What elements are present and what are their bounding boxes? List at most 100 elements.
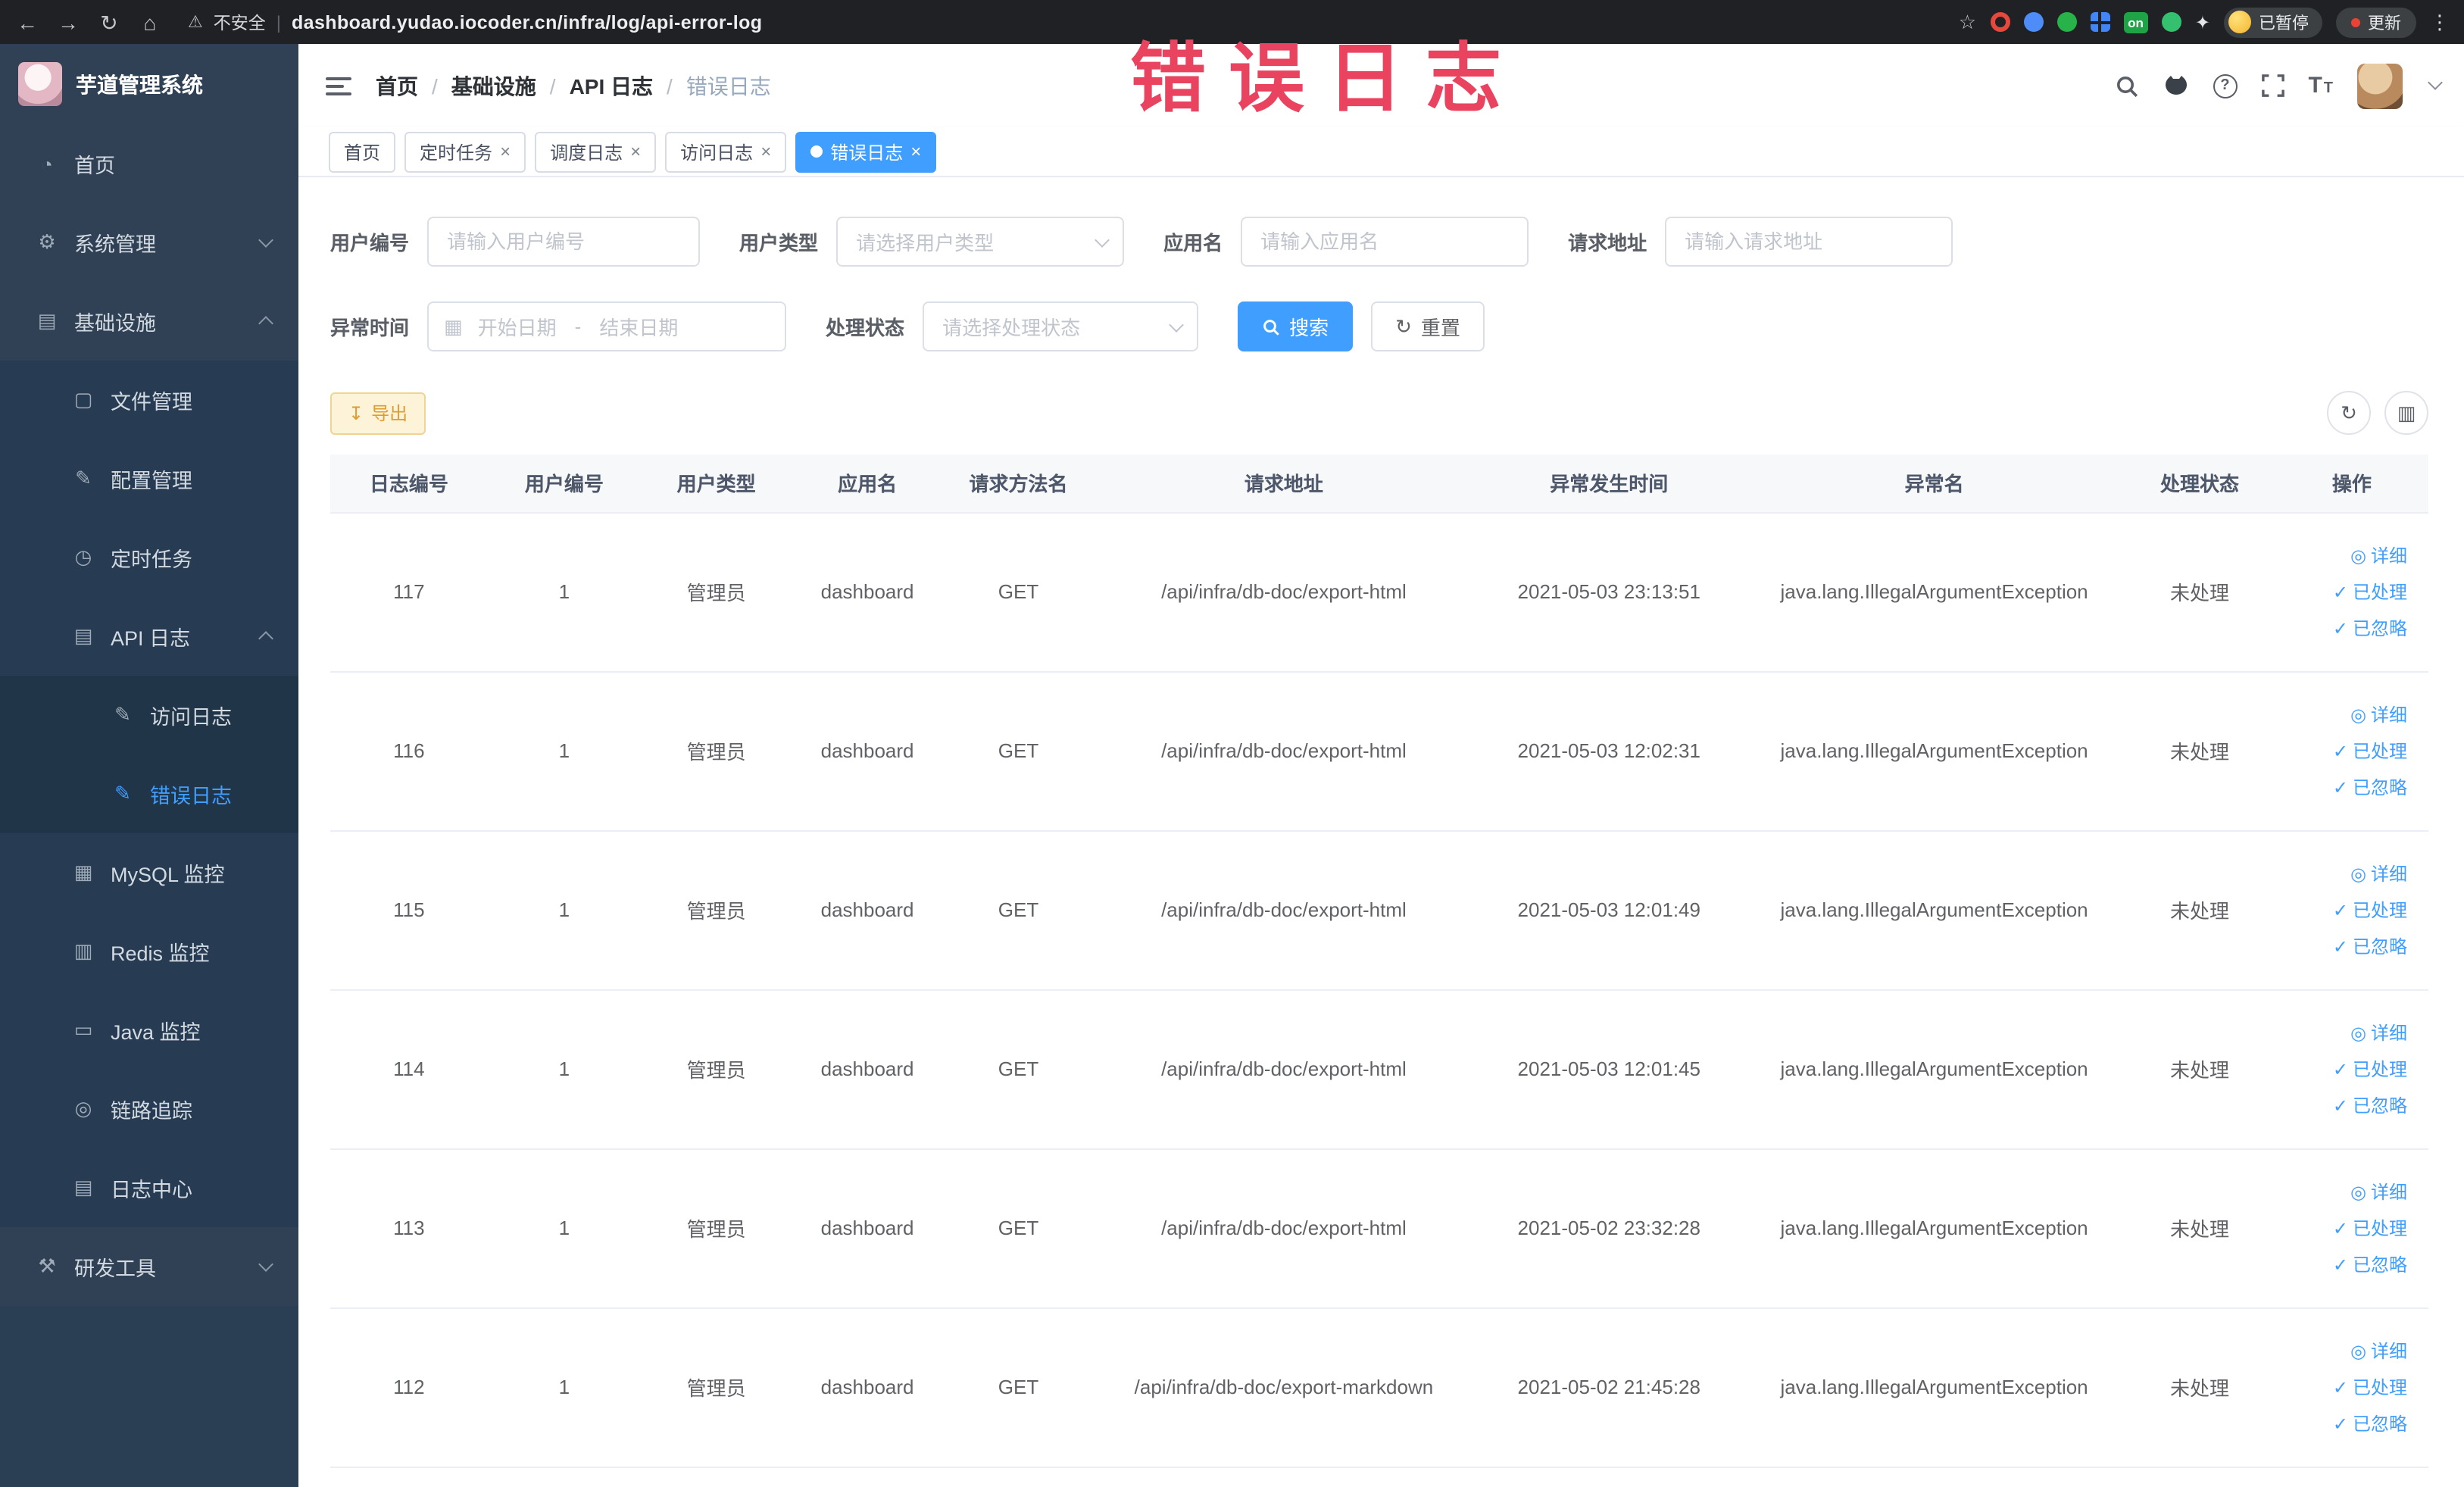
sidebar-item-error-log[interactable]: ✎ 错误日志 [0, 754, 298, 833]
exception-time-range-picker[interactable]: ▦ 开始日期 - 结束日期 [427, 301, 787, 351]
sidebar-item-system-management[interactable]: ⚙ 系统管理 [0, 203, 298, 282]
column-settings-button[interactable]: ▥ [2384, 391, 2428, 435]
sidebar-item-mysql-monitor[interactable]: ▦ MySQL 监控 [0, 833, 298, 912]
check-icon: ✓ [2332, 1058, 2348, 1079]
processed-link[interactable]: ✓ 已处理 [2333, 897, 2407, 923]
extension-green-icon[interactable] [2056, 12, 2077, 32]
export-button[interactable]: ↧ 导出 [330, 392, 426, 434]
cell-app-name: dashboard [792, 671, 943, 831]
tags-view-bar: 首页 定时任务 × 调度日志 × 访问日志 × 错误日志 × [298, 127, 2464, 177]
ignored-link[interactable]: ✓ 已忽略 [2333, 1410, 2407, 1436]
close-icon[interactable]: × [910, 142, 921, 161]
address-bar[interactable]: ⚠ 不安全 | dashboard.yudao.iocoder.cn/infra… [188, 10, 762, 34]
extension-sprout-icon[interactable] [2161, 12, 2181, 32]
forward-icon[interactable]: → [56, 11, 80, 33]
tab-error-log[interactable]: 错误日志 × [795, 131, 937, 172]
extension-blue-icon[interactable] [2023, 12, 2044, 32]
tab-schedule-log[interactable]: 调度日志 × [535, 131, 657, 172]
bookmark-star-icon[interactable]: ☆ [1959, 10, 1976, 34]
sidebar-toggle-icon[interactable] [326, 77, 351, 95]
close-icon[interactable]: × [500, 142, 511, 161]
user-type-select[interactable]: 请选择用户类型 [836, 217, 1125, 267]
ignored-link[interactable]: ✓ 已忽略 [2333, 933, 2407, 959]
help-icon[interactable]: ? [2213, 73, 2238, 98]
col-exception-time: 异常发生时间 [1473, 455, 1744, 513]
extension-pin-icon[interactable]: ✦ [2195, 11, 2210, 33]
close-icon[interactable]: × [630, 142, 641, 161]
sidebar-item-file-management[interactable]: ▢ 文件管理 [0, 361, 298, 439]
extension-ring-icon[interactable] [1990, 12, 2010, 32]
log-icon: ✎ [114, 703, 131, 726]
menu-label: MySQL 监控 [111, 864, 225, 886]
processed-link[interactable]: ✓ 已处理 [2333, 1056, 2407, 1082]
sidebar-item-config-management[interactable]: ✎ 配置管理 [0, 439, 298, 518]
close-icon[interactable]: × [760, 142, 771, 161]
search-button[interactable]: 搜索 [1238, 301, 1354, 351]
cell-request-url: /api/infra/db-doc/export-html [1094, 1148, 1474, 1308]
ignored-link[interactable]: ✓ 已忽略 [2333, 1251, 2407, 1277]
processed-link[interactable]: ✓ 已处理 [2333, 1215, 2407, 1241]
user-id-input[interactable] [427, 217, 701, 267]
cell-method: GET [942, 512, 1095, 672]
request-url-input[interactable] [1665, 217, 1953, 267]
ignored-link[interactable]: ✓ 已忽略 [2333, 615, 2407, 641]
address-divider: | [276, 11, 281, 33]
sidebar-item-scheduled-tasks[interactable]: ◷ 定时任务 [0, 518, 298, 597]
update-button[interactable]: 更新 [2336, 7, 2416, 37]
app-name-input[interactable] [1241, 217, 1529, 267]
cell-user-id: 1 [487, 1148, 641, 1308]
sync-paused-badge[interactable]: 已暂停 [2224, 7, 2322, 37]
sidebar-item-access-log[interactable]: ✎ 访问日志 [0, 676, 298, 754]
tab-scheduled-tasks[interactable]: 定时任务 × [404, 131, 526, 172]
process-status-select[interactable]: 请选择处理状态 [923, 301, 1199, 351]
ignored-link[interactable]: ✓ 已忽略 [2333, 1092, 2407, 1118]
eye-icon: ◎ [2350, 704, 2366, 725]
detail-link[interactable]: ◎ 详细 [2350, 861, 2407, 886]
detail-link[interactable]: ◎ 详细 [2350, 701, 2407, 727]
user-avatar[interactable] [2357, 63, 2403, 108]
chevron-down-icon[interactable] [2428, 75, 2443, 90]
sidebar-item-dev-tools[interactable]: ⚒ 研发工具 [0, 1227, 298, 1306]
reload-icon[interactable]: ↻ [97, 11, 121, 33]
breadcrumb-api-logs[interactable]: API 日志 [570, 70, 653, 101]
processed-link[interactable]: ✓ 已处理 [2333, 1374, 2407, 1400]
col-exception-name: 异常名 [1744, 455, 2125, 513]
processed-link[interactable]: ✓ 已处理 [2333, 738, 2407, 764]
reset-button[interactable]: ↻ 重置 [1371, 301, 1485, 351]
browser-menu-icon[interactable]: ⋮ [2430, 10, 2450, 34]
breadcrumb-home[interactable]: 首页 [376, 70, 418, 101]
cell-user-type: 管理员 [640, 830, 792, 990]
search-icon[interactable] [2114, 73, 2138, 98]
sidebar-item-java-monitor[interactable]: ▭ Java 监控 [0, 991, 298, 1070]
ignored-link[interactable]: ✓ 已忽略 [2333, 774, 2407, 800]
font-size-icon[interactable]: TT [2308, 73, 2333, 98]
detail-link[interactable]: ◎ 详细 [2350, 1179, 2407, 1204]
sidebar-item-infrastructure[interactable]: ▤ 基础设施 [0, 282, 298, 361]
sidebar-item-api-logs[interactable]: ▤ API 日志 [0, 597, 298, 676]
cell-user-type: 管理员 [640, 989, 792, 1149]
sidebar-item-log-center[interactable]: ▤ 日志中心 [0, 1148, 298, 1227]
tab-home[interactable]: 首页 [329, 131, 396, 172]
tab-access-log[interactable]: 访问日志 × [665, 131, 787, 172]
eye-icon: ◎ [2350, 863, 2366, 884]
sidebar-item-redis-monitor[interactable]: ▥ Redis 监控 [0, 912, 298, 991]
browser-actions: ☆ on ✦ 已暂停 更新 ⋮ [1959, 7, 2450, 37]
detail-link[interactable]: ◎ 详细 [2350, 1020, 2407, 1045]
fullscreen-icon[interactable] [2261, 74, 2284, 97]
extension-on-badge[interactable]: on [2123, 11, 2148, 33]
breadcrumb-infrastructure[interactable]: 基础设施 [451, 70, 536, 101]
reset-label: 重置 [1420, 317, 1460, 339]
detail-link[interactable]: ◎ 详细 [2350, 542, 2407, 568]
app-logo[interactable]: 芋道管理系统 [0, 44, 298, 124]
github-icon[interactable] [2163, 73, 2188, 98]
home-icon[interactable]: ⌂ [138, 11, 162, 33]
sidebar-item-home[interactable]: ◔ 首页 [0, 124, 298, 203]
back-icon[interactable]: ← [15, 11, 39, 33]
extension-grid-icon[interactable] [2090, 12, 2110, 32]
columns-icon: ▥ [2397, 401, 2416, 423]
processed-link[interactable]: ✓ 已处理 [2333, 579, 2407, 604]
detail-link[interactable]: ◎ 详细 [2350, 1338, 2407, 1364]
refresh-button[interactable]: ↻ [2327, 391, 2371, 435]
sidebar-item-tracing[interactable]: ◎ 链路追踪 [0, 1070, 298, 1148]
tab-label: 访问日志 [680, 142, 754, 163]
